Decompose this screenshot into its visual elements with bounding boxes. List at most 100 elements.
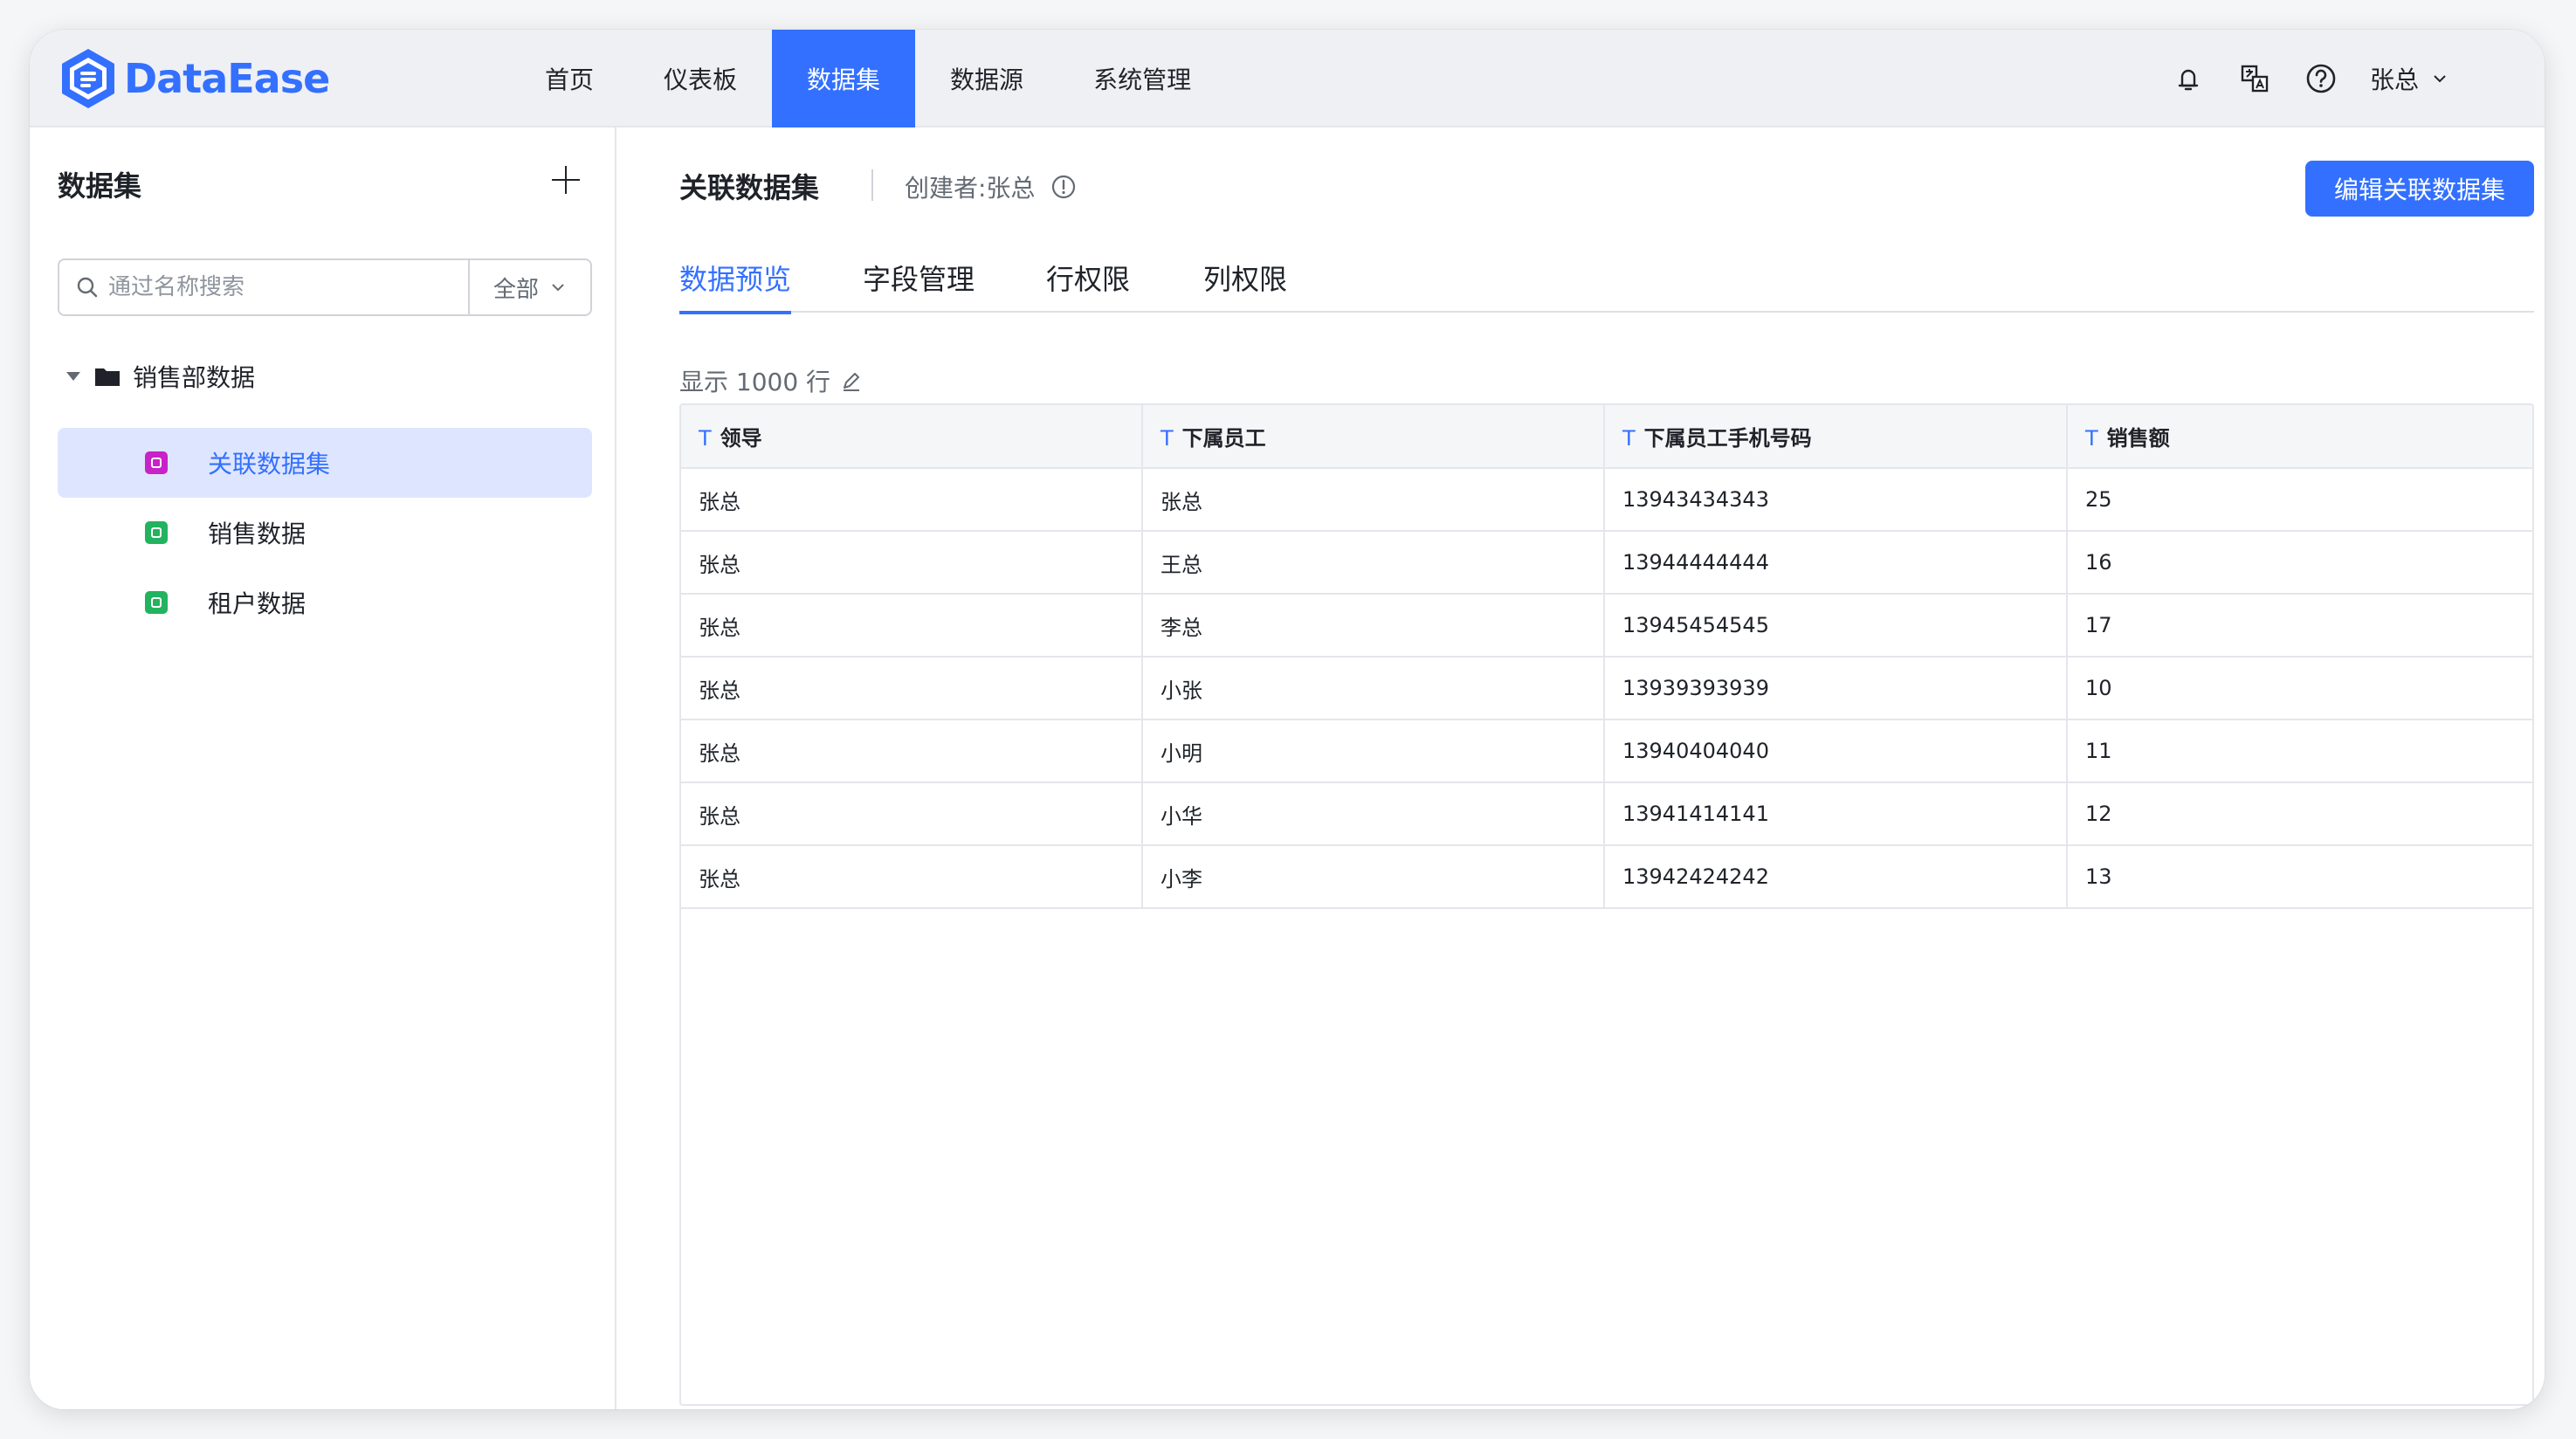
nav-item-dataset[interactable]: 数据集	[772, 30, 916, 127]
user-menu[interactable]: 张总	[2370, 61, 2449, 96]
table-cell: 13	[2067, 845, 2532, 909]
filter-select[interactable]: 全部	[468, 260, 590, 314]
tab-field-management[interactable]: 字段管理	[863, 243, 975, 313]
row-count-label: 显示 1000 行	[679, 368, 831, 396]
sidebar-title: 数据集	[58, 169, 142, 203]
tree-item-related-dataset[interactable]: 关联数据集	[58, 428, 592, 498]
table-cell: 13943434343	[1604, 468, 2068, 532]
text-type-icon: T	[2085, 426, 2098, 451]
table-cell: 王总	[1142, 531, 1605, 595]
column-header[interactable]: T 领导	[681, 405, 1143, 469]
dataset-sidebar: 数据集 全部 销售部数据 关联数据集	[30, 127, 616, 1409]
table-cell: 13939393939	[1604, 657, 2068, 720]
bell-icon	[2178, 69, 2199, 91]
tab-data-preview[interactable]: 数据预览	[679, 243, 792, 314]
search-input[interactable]	[108, 274, 468, 300]
table-cell: 13942424242	[1604, 845, 2068, 909]
app-window: DataEase 首页 仪表板 数据集 数据源 系统管理 张总 数据集 通过名称…	[30, 30, 2545, 1409]
tree-item-label: 销售数据	[208, 520, 307, 548]
help-icon	[2306, 64, 2336, 93]
caret-down-icon[interactable]	[66, 372, 80, 381]
tree-item-label: 租户数据	[208, 589, 307, 618]
table-cell: 小李	[1142, 845, 1605, 909]
table-cell: 张总	[681, 531, 1143, 595]
nav-item-datasource[interactable]: 数据源	[915, 30, 1058, 127]
table-cell: 12	[2067, 782, 2532, 846]
table-cell: 小明	[1142, 720, 1605, 783]
dataset-detail: 关联数据集 创建者:张总 编辑关联数据集 数据预览 字段管理 行权限 列权限 显…	[616, 127, 2545, 1409]
app-logo[interactable]: DataEase	[59, 45, 330, 112]
table-cell: 17	[2067, 594, 2532, 658]
text-type-icon: T	[1161, 426, 1174, 451]
info-icon[interactable]	[1050, 174, 1077, 200]
app-name: DataEase	[124, 55, 330, 102]
tree-item-label: 关联数据集	[208, 450, 331, 479]
user-name: 张总	[2369, 65, 2419, 94]
table-cell: 张总	[681, 845, 1143, 909]
column-header[interactable]: T 下属员工	[1142, 405, 1605, 469]
table-cell: 11	[2067, 720, 2532, 783]
table-cell: 张总	[681, 782, 1143, 846]
nav-item-home[interactable]: 首页	[510, 30, 629, 127]
dataset-icon	[145, 521, 168, 544]
tab-row-permission[interactable]: 行权限	[1046, 243, 1130, 313]
table-cell: 13940404040	[1604, 720, 2068, 783]
data-preview-table: T 领导 T 下属员工 T 下属员工手机号码 T 销售额 张总 张总 139434343…	[679, 403, 2534, 1406]
translate-icon	[2241, 65, 2269, 93]
table-cell: 张总	[681, 657, 1143, 720]
language-button[interactable]	[2237, 61, 2272, 96]
table-cell: 小华	[1142, 782, 1605, 846]
tree-folder-sales[interactable]: 销售部数据	[66, 355, 255, 398]
nav-item-dashboard[interactable]: 仪表板	[629, 30, 772, 127]
dataset-tabs: 数据预览 字段管理 行权限 列权限	[679, 243, 2534, 314]
tree-folder-label: 销售部数据	[133, 363, 256, 392]
row-count: 显示 1000 行	[679, 363, 864, 398]
table-cell: 16	[2067, 531, 2532, 595]
column-header[interactable]: T 销售额	[2067, 405, 2532, 469]
tab-column-permission[interactable]: 列权限	[1203, 243, 1287, 313]
text-type-icon: T	[699, 426, 712, 451]
table-cell: 10	[2067, 657, 2532, 720]
main-nav: 首页 仪表板 数据集 数据源 系统管理	[510, 30, 1226, 127]
table-cell: 13945454545	[1604, 594, 2068, 658]
table-header-row: T 领导 T 下属员工 T 下属员工手机号码 T 销售额	[681, 405, 2532, 469]
table-row: 张总 小李 13942424242 13	[681, 845, 2532, 909]
add-dataset-button[interactable]	[550, 164, 582, 196]
table-row: 张总 张总 13943434343 25	[681, 468, 2532, 532]
table-row: 张总 小张 13939393939 10	[681, 657, 2532, 720]
column-header[interactable]: T 下属员工手机号码	[1604, 405, 2068, 469]
table-row: 张总 王总 13944444444 16	[681, 531, 2532, 595]
tree-item-tenant-data[interactable]: 租户数据	[58, 568, 592, 637]
table-row: 张总 李总 13945454545 17	[681, 594, 2532, 658]
title-divider	[871, 169, 873, 201]
creator-label: 创建者:张总	[905, 174, 1036, 203]
table-cell: 小张	[1142, 657, 1605, 720]
chevron-down-icon	[2434, 75, 2446, 83]
chevron-down-icon	[552, 284, 564, 292]
related-dataset-icon	[145, 451, 168, 474]
table-row: 张总 小明 13940404040 11	[681, 720, 2532, 783]
top-navigation-bar: DataEase 首页 仪表板 数据集 数据源 系统管理 张总	[30, 30, 2545, 127]
dataset-creator: 创建者:张总	[905, 169, 1077, 204]
edit-related-dataset-button[interactable]: 编辑关联数据集	[2305, 161, 2534, 217]
table-cell: 25	[2067, 468, 2532, 532]
topbar-actions: 张总	[2139, 30, 2449, 127]
table-row: 张总 小华 13941414141 12	[681, 782, 2532, 846]
dataset-search: 全部	[58, 258, 592, 316]
table-cell: 张总	[681, 594, 1143, 658]
dataease-logo-icon	[62, 49, 114, 108]
table-cell: 张总	[1142, 468, 1605, 532]
search-icon	[77, 277, 98, 298]
tree-item-sales-data[interactable]: 销售数据	[58, 498, 592, 568]
table-cell: 李总	[1142, 594, 1605, 658]
folder-icon	[95, 368, 120, 386]
dataset-title: 关联数据集	[679, 171, 820, 204]
nav-item-system-management[interactable]: 系统管理	[1058, 30, 1226, 127]
notification-button[interactable]	[2171, 61, 2206, 96]
help-button[interactable]	[2304, 61, 2338, 96]
text-type-icon: T	[1622, 426, 1636, 451]
edit-icon[interactable]	[839, 368, 864, 393]
table-cell: 张总	[681, 468, 1143, 532]
dataset-icon	[145, 591, 168, 614]
table-cell: 13944444444	[1604, 531, 2068, 595]
